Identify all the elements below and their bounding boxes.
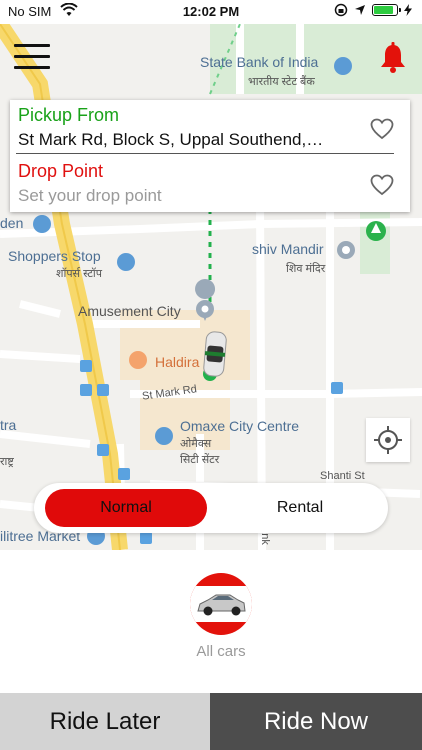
notifications-button[interactable]: [378, 42, 408, 74]
map-label-haldiram: Haldira: [155, 354, 200, 370]
heart-icon: [370, 174, 394, 196]
location-arrow-icon: [355, 5, 365, 15]
mode-rental-button[interactable]: Rental: [219, 489, 381, 527]
menu-icon: [14, 44, 50, 47]
drop-label: Drop Point: [18, 161, 104, 181]
battery-fill: [374, 6, 393, 14]
map-label-omaxe-hindi-1: ओमैक्स: [180, 438, 212, 450]
status-bar: No SIM 12:02 PM: [0, 0, 422, 24]
drop-favorite-button[interactable]: [370, 174, 394, 196]
map-label-shoppers-stop-hindi: शॉपर्स स्टॉप: [56, 268, 102, 280]
map-label-shanti-st: Shanti St: [320, 470, 365, 482]
gps-target-icon: [374, 426, 402, 454]
ride-mode-toggle: Normal Rental: [34, 483, 388, 533]
drop-input[interactable]: Set your drop point: [18, 186, 348, 206]
heart-icon: [370, 118, 394, 140]
mode-normal-button[interactable]: Normal: [45, 489, 207, 527]
menu-icon-bar: [14, 55, 50, 58]
map-label-state-bank-hindi: भारतीय स्टेट बैंक: [248, 76, 315, 88]
car-icon: [197, 594, 246, 616]
pickup-favorite-button[interactable]: [370, 118, 394, 140]
map-label-omaxe: Omaxe City Centre: [180, 418, 300, 434]
current-location-button[interactable]: [366, 418, 410, 462]
map-label-shiv-mandir: shiv Mandir: [252, 241, 324, 257]
map-label-amusement-city: Amusement City: [78, 303, 181, 319]
charging-bolt-icon: [404, 4, 412, 16]
ride-later-button[interactable]: Ride Later: [0, 693, 210, 750]
bottom-action-bar: Ride Later Ride Now: [0, 693, 422, 750]
location-card: Pickup From St Mark Rd, Block S, Uppal S…: [10, 100, 410, 212]
lock-rotation-icon: [334, 3, 348, 17]
map-view[interactable]: State Bank of India भारतीय स्टेट बैंक de…: [0, 24, 422, 550]
map-label-garden: den: [0, 215, 24, 231]
pickup-label: Pickup From: [18, 105, 120, 125]
bell-icon: [381, 42, 405, 73]
location-divider: [16, 153, 394, 154]
map-label-rashtra: राष्ट्र: [0, 456, 14, 468]
menu-button[interactable]: [14, 44, 50, 70]
map-label-shiv-mandir-hindi: शिव मंदिर: [286, 263, 326, 275]
pickup-row[interactable]: Pickup From St Mark Rd, Block S, Uppal S…: [10, 100, 410, 156]
drop-row[interactable]: Drop Point Set your drop point: [10, 156, 410, 212]
pickup-address[interactable]: St Mark Rd, Block S, Uppal Southend,…: [18, 130, 348, 150]
menu-icon-bar: [14, 66, 50, 69]
car-option-circle: [190, 573, 252, 635]
ride-now-button[interactable]: Ride Now: [210, 693, 422, 750]
map-label-tra: tra: [0, 417, 17, 433]
car-option-all-cars[interactable]: All cars: [160, 573, 282, 668]
map-label-state-bank: State Bank of India: [200, 54, 319, 70]
map-label-omaxe-hindi-2: सिटी सेंटर: [180, 454, 220, 466]
status-icons: [334, 3, 412, 17]
battery-icon: [372, 4, 401, 16]
car-option-label: All cars: [196, 643, 246, 660]
map-label-shoppers-stop: Shoppers Stop: [8, 248, 101, 264]
